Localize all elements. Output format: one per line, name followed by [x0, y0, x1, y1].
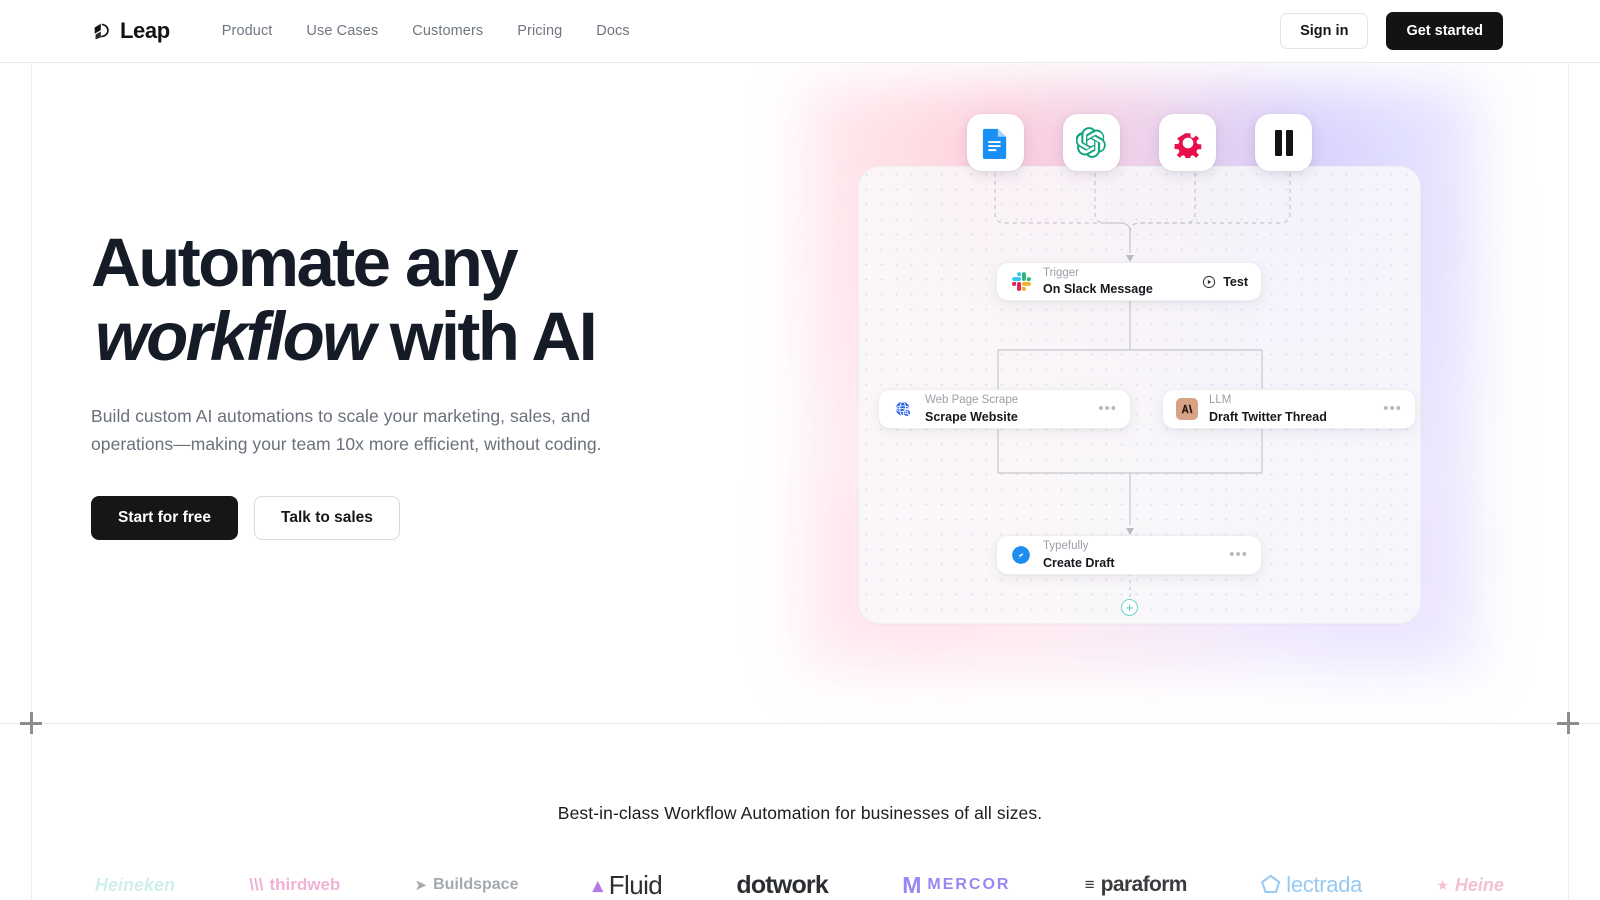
nav-item-use-cases[interactable]: Use Cases — [306, 23, 378, 39]
node-kind: Trigger — [1043, 266, 1079, 279]
web-scrape-icon — [892, 398, 914, 420]
divider-crosshair-left — [20, 712, 42, 734]
logo-fluid: ▴ Fluid — [592, 869, 663, 900]
section-divider — [0, 723, 1600, 724]
logo-thirdweb: \\\ thirdweb — [249, 875, 341, 894]
app-chip-hubspot[interactable] — [1159, 114, 1216, 171]
workflow-connectors — [994, 173, 1291, 607]
workflow-node-trigger[interactable]: Trigger On Slack Message Test — [996, 262, 1262, 301]
fluid-mark-icon: ▴ — [592, 874, 603, 897]
logo-buildspace: ➤ Buildspace — [414, 876, 519, 894]
nav-item-docs[interactable]: Docs — [596, 23, 629, 39]
page-rail-right — [1568, 0, 1569, 900]
app-chip-pause[interactable] — [1255, 114, 1312, 171]
hero-copy: Automate any workflow with AI Build cust… — [91, 228, 711, 540]
page-rail-left — [31, 0, 32, 900]
hero-cta-row: Start for free Talk to sales — [91, 495, 711, 540]
nav-item-product[interactable]: Product — [222, 23, 273, 39]
app-chip-google-docs[interactable] — [967, 114, 1024, 171]
talk-to-sales-button[interactable]: Talk to sales — [254, 495, 400, 540]
play-circle-icon — [1203, 275, 1216, 288]
node-name: Create Draft — [1043, 555, 1115, 570]
add-step-button[interactable]: + — [1121, 599, 1138, 616]
openai-icon — [1076, 127, 1106, 158]
node-name: Draft Twitter Thread — [1209, 409, 1327, 424]
node-text-web-scrape: Web Page Scrape Scrape Website — [925, 393, 1018, 425]
logo-mercor: M MERCOR — [902, 871, 1011, 898]
node-kind: Web Page Scrape — [925, 394, 1019, 407]
electrada-mark-icon: ⬠ — [1261, 872, 1281, 897]
logo-electrada: ⬠ lectrada — [1261, 872, 1363, 897]
test-label: Test — [1223, 274, 1248, 289]
cube-logo-icon — [94, 23, 109, 39]
buildspace-mark-icon: ➤ — [414, 877, 428, 894]
logo-dotwork: dotwork — [736, 870, 828, 899]
test-trigger-button[interactable]: Test — [1202, 275, 1248, 289]
node-kind: LLM — [1209, 394, 1232, 407]
node-text-trigger: Trigger On Slack Message — [1043, 266, 1153, 298]
customer-logo-strip: Heineken \\\ thirdweb ➤ Buildspace ▴ Fluid … — [31, 860, 1568, 900]
social-proof-title: Best-in-class Workflow Automation for bu… — [557, 803, 1043, 823]
main-nav: Product Use Cases Customers Pricing Docs — [222, 23, 630, 39]
brand-logo[interactable]: Leap — [91, 18, 170, 44]
page-title: Automate any workflow with AI — [91, 228, 711, 371]
typefully-icon — [1010, 544, 1032, 566]
node-name: On Slack Message — [1043, 282, 1153, 297]
hero-section: Automate any workflow with AI Build cust… — [0, 63, 1600, 723]
logo-paraform: ≡ paraform — [1084, 873, 1188, 896]
divider-crosshair-right — [1557, 712, 1579, 734]
node-kind: Typefully — [1043, 540, 1089, 553]
thirdweb-mark-icon: \\\ — [249, 875, 264, 894]
headline-tail: with AI — [373, 297, 598, 375]
hubspot-icon — [1174, 132, 1201, 158]
node-text-typefully: Typefully Create Draft — [1043, 539, 1115, 571]
pause-icon — [1274, 129, 1293, 156]
logo-heineken: Heineken — [95, 874, 176, 895]
workflow-illustration: Trigger On Slack Message Test Web Page S… — [790, 73, 1490, 683]
logo-heineken-repeat: ★ Heine — [1436, 874, 1504, 895]
start-for-free-button[interactable]: Start for free — [91, 495, 239, 540]
node-text-llm: LLM Draft Twitter Thread — [1209, 393, 1327, 425]
headline-line-1: Automate any — [91, 224, 519, 301]
headline-emphasis: workflow — [95, 297, 376, 375]
workflow-node-web-scrape[interactable]: Web Page Scrape Scrape Website ••• — [878, 389, 1131, 429]
nav-item-customers[interactable]: Customers — [412, 23, 483, 39]
mercor-mark-icon: M — [902, 871, 922, 898]
landing-page: Leap Product Use Cases Customers Pricing… — [0, 0, 1600, 900]
social-proof-section: Best-in-class Workflow Automation for bu… — [0, 724, 1600, 900]
header-actions: Sign in Get started — [1280, 12, 1503, 50]
workflow-node-typefully[interactable]: Typefully Create Draft ••• — [996, 535, 1262, 575]
nav-item-pricing[interactable]: Pricing — [517, 23, 562, 39]
headline-line-2: workflow with AI — [95, 302, 711, 371]
workflow-node-llm[interactable]: LLM Draft Twitter Thread ••• — [1162, 389, 1416, 429]
star-icon: ★ — [1436, 876, 1449, 893]
get-started-button[interactable]: Get started — [1386, 12, 1503, 50]
brand-name: Leap — [120, 18, 170, 43]
site-header: Leap Product Use Cases Customers Pricing… — [0, 0, 1600, 63]
hero-subtext: Build custom AI automations to scale you… — [91, 406, 602, 454]
node-name: Scrape Website — [925, 409, 1018, 424]
app-chip-openai[interactable] — [1063, 114, 1120, 171]
sign-in-button[interactable]: Sign in — [1280, 13, 1369, 49]
anthropic-icon — [1176, 398, 1198, 420]
google-docs-icon — [982, 128, 1007, 159]
paraform-mark-icon: ≡ — [1084, 875, 1095, 894]
slack-icon — [1010, 271, 1032, 293]
